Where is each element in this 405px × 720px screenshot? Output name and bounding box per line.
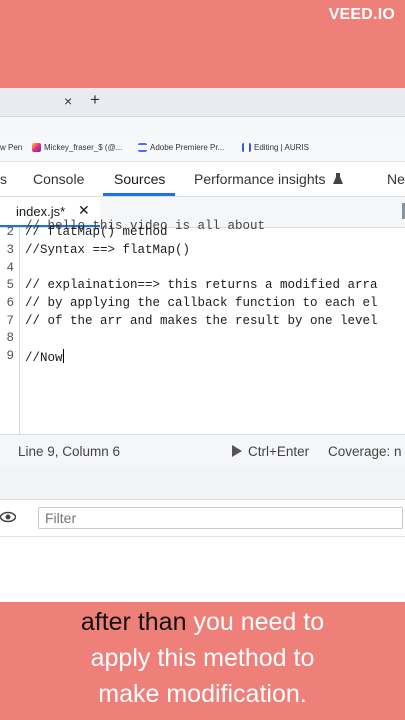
bookmark-label: Editing | AURIS: [254, 143, 309, 152]
eye-icon[interactable]: [0, 511, 16, 523]
tab-elements[interactable]: s: [0, 171, 7, 187]
caption-line-2: apply this method to: [90, 644, 315, 672]
code-editor[interactable]: // hello this video is all about 2 // fl…: [0, 219, 405, 434]
adobe-icon: [138, 143, 147, 152]
bookmark-item[interactable]: Adobe Premiere Pr...: [138, 143, 224, 152]
line-number: 8: [6, 331, 14, 345]
instagram-icon: [32, 143, 41, 152]
bookmark-label: w Pen: [0, 143, 23, 152]
code-line: // flatMap() method: [25, 225, 168, 239]
browser-screen: × + w Pen Mickey_fraser_$ (@... Adobe Pr…: [0, 88, 405, 602]
tab-performance-insights[interactable]: Performance insights: [194, 171, 344, 187]
line-number: 4: [6, 261, 14, 275]
tab-network[interactable]: Ne: [387, 171, 405, 187]
bookmarks-bar: w Pen Mickey_fraser_$ (@... Adobe Premie…: [0, 137, 405, 162]
close-icon[interactable]: ✕: [78, 202, 90, 219]
run-shortcut-label: Ctrl+Enter: [248, 444, 310, 459]
file-tab-name: index.js*: [16, 204, 66, 219]
tab-label: Performance insights: [194, 171, 326, 187]
run-snippet-button[interactable]: Ctrl+Enter: [232, 444, 309, 459]
active-tab-indicator: [103, 193, 175, 196]
caption-highlight: after than: [80, 608, 187, 636]
line-number: 7: [6, 314, 14, 328]
filter-input[interactable]: [38, 507, 403, 529]
console-drawer-header: [0, 467, 405, 500]
caption-line-1: after than you need to: [0, 604, 405, 640]
tab-sources[interactable]: Sources: [114, 171, 165, 187]
bookmark-label: Mickey_fraser_$ (@...: [44, 143, 123, 152]
cursor-position: Line 9, Column 6: [18, 444, 121, 459]
code-line: // by applying the callback function to …: [25, 296, 378, 310]
tab-console[interactable]: Console: [33, 171, 84, 187]
line-number: 9: [6, 349, 14, 363]
tab-close-icon[interactable]: ×: [64, 93, 72, 109]
editor-status-bar: Line 9, Column 6 Ctrl+Enter Coverage: n: [0, 434, 405, 467]
code-line-text: //Now: [25, 351, 63, 365]
caption-line-3: make modification.: [98, 680, 307, 708]
caption-line-1-rest: you need to: [186, 608, 325, 636]
bookmark-label: Adobe Premiere Pr...: [150, 143, 225, 152]
code-line: // of the arr and makes the result by on…: [25, 314, 378, 328]
video-caption: after than you need to apply this method…: [0, 604, 405, 712]
browser-tab-strip: × +: [0, 88, 405, 117]
bookmark-item[interactable]: Mickey_fraser_$ (@...: [32, 143, 122, 152]
new-tab-button[interactable]: +: [90, 90, 100, 110]
code-line: //Syntax ==> flatMap(): [25, 243, 191, 257]
gutter-divider: [19, 228, 20, 434]
auris-icon: [242, 143, 251, 152]
bookmark-item[interactable]: Editing | AURIS: [242, 143, 309, 152]
console-output-area: [0, 537, 405, 602]
line-number: 6: [6, 296, 14, 310]
console-filter-bar: [0, 500, 405, 537]
flask-icon: [333, 173, 344, 184]
play-icon: [232, 445, 242, 457]
code-line: // explaination==> this returns a modifi…: [25, 278, 378, 292]
veed-watermark: VEED.IO: [328, 6, 395, 23]
coverage-status: Coverage: n: [328, 444, 402, 459]
line-number: 5: [6, 278, 14, 292]
browser-toolbar: [0, 117, 405, 137]
bookmark-item[interactable]: w Pen: [0, 143, 22, 152]
text-caret: [62, 349, 64, 363]
line-number: 2: [6, 225, 14, 239]
devtools-tabbar: s Console Sources Performance insights N…: [0, 162, 405, 197]
line-number: 3: [6, 243, 14, 257]
code-line: //Now: [25, 349, 64, 365]
